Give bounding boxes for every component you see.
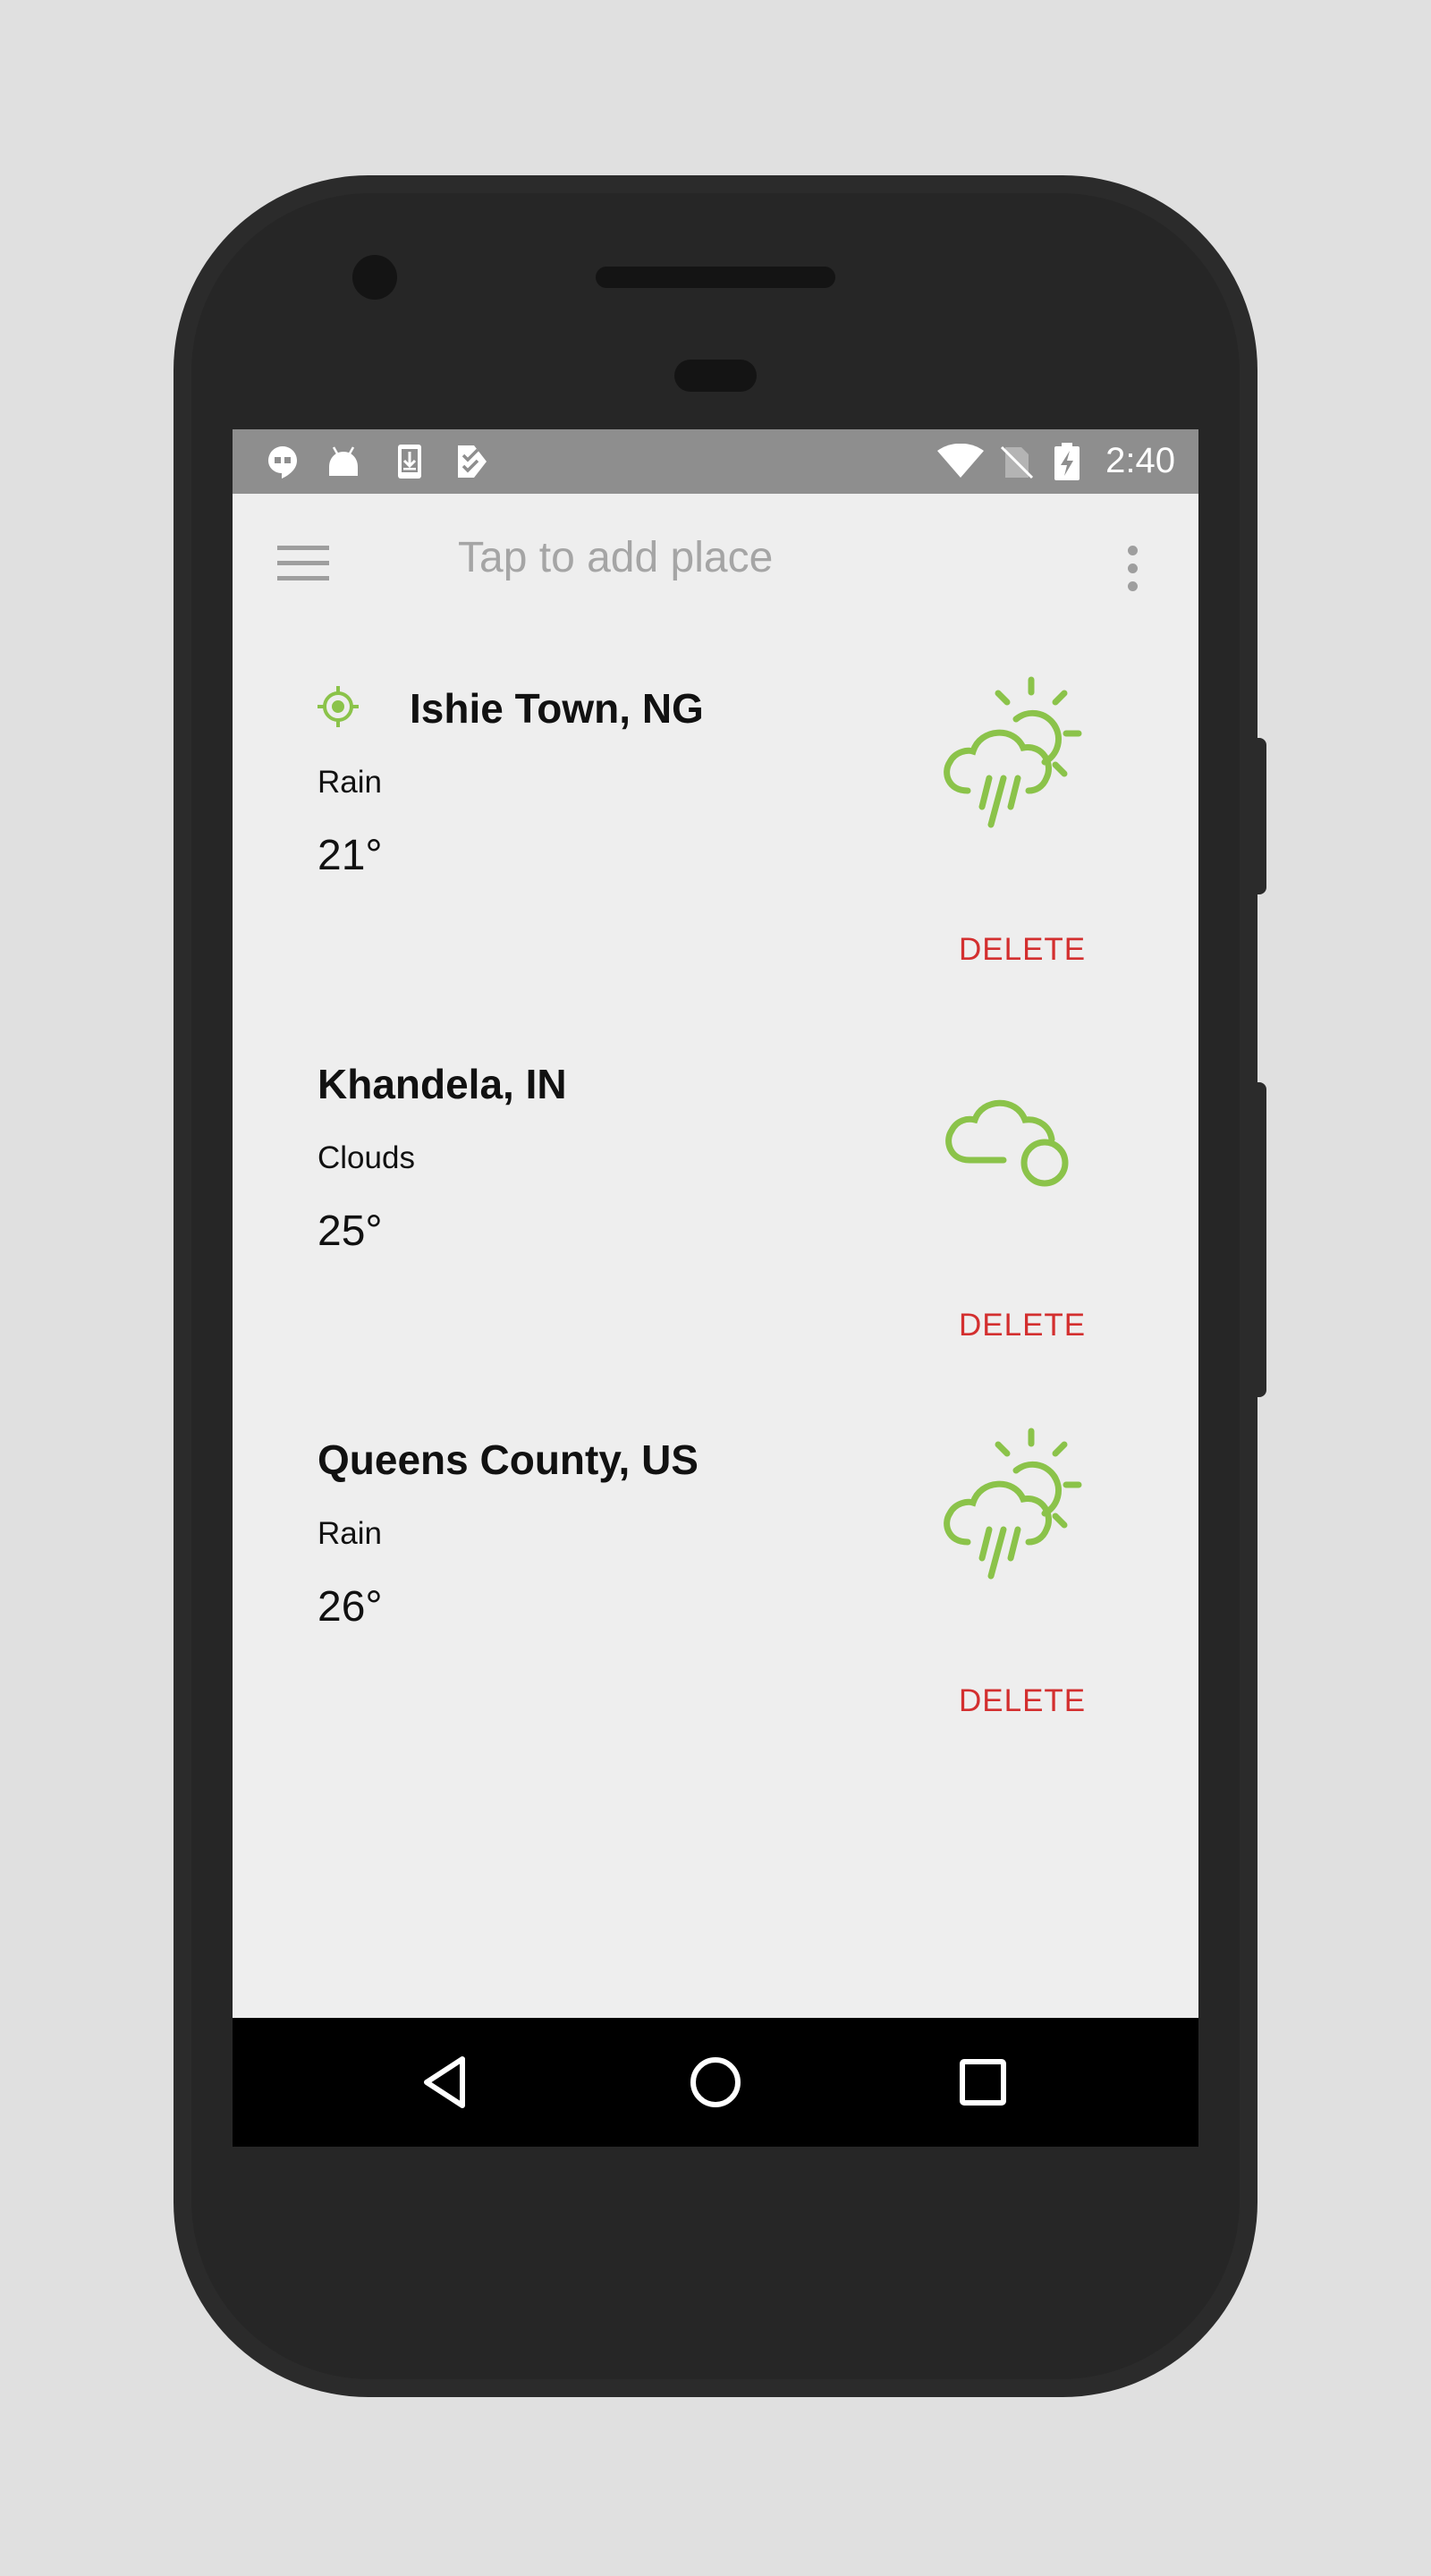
- delete-button[interactable]: DELETE: [959, 1308, 1086, 1343]
- android-icon: [329, 446, 358, 476]
- clouds-icon: [945, 1099, 1069, 1187]
- status-time: 2:40: [1105, 441, 1175, 480]
- recents-icon[interactable]: [951, 2050, 1015, 2114]
- place-card[interactable]: Khandela, IN Clouds 25° DELETE: [233, 1013, 1198, 1388]
- back-icon[interactable]: [416, 2050, 480, 2114]
- weather-description: Clouds: [318, 1140, 415, 1175]
- screen: 2:40 Tap to add place Ishie Town, NG Rai…: [233, 429, 1198, 2147]
- hamburger-menu-icon[interactable]: [277, 546, 331, 585]
- place-name: Ishie Town, NG: [410, 685, 704, 732]
- task-check-icon: [458, 445, 487, 478]
- temperature: 21°: [318, 832, 383, 879]
- proximity-sensor: [674, 360, 757, 392]
- volume-button: [1254, 1082, 1266, 1397]
- place-card[interactable]: Ishie Town, NG Rain 21° DELETE: [233, 637, 1198, 1013]
- add-place-search[interactable]: Tap to add place: [458, 533, 773, 582]
- home-icon[interactable]: [683, 2050, 748, 2114]
- download-icon: [398, 445, 421, 479]
- nav-bar: [233, 2018, 1198, 2147]
- my-location-icon: [318, 686, 359, 727]
- place-card[interactable]: Queens County, US Rain 26° DELETE: [233, 1388, 1198, 1764]
- delete-button[interactable]: DELETE: [959, 932, 1086, 968]
- power-button: [1254, 738, 1266, 894]
- no-sim-icon: [1000, 445, 1034, 479]
- rain-sun-cloud-icon: [944, 676, 1082, 828]
- hangouts-icon: [268, 446, 297, 479]
- app-bar: Tap to add place: [233, 494, 1198, 637]
- place-name: Khandela, IN: [318, 1061, 567, 1107]
- place-name: Queens County, US: [318, 1436, 699, 1483]
- rain-sun-cloud-icon: [944, 1428, 1082, 1580]
- more-vert-icon[interactable]: [1120, 546, 1147, 599]
- wifi-icon: [937, 444, 984, 478]
- stage: 2:40 Tap to add place Ishie Town, NG Rai…: [0, 0, 1431, 2576]
- weather-description: Rain: [318, 1516, 382, 1551]
- delete-button[interactable]: DELETE: [959, 1683, 1086, 1719]
- temperature: 26°: [318, 1583, 383, 1631]
- temperature: 25°: [318, 1208, 383, 1255]
- battery-charging-icon: [1054, 443, 1080, 480]
- earpiece-speaker: [596, 267, 835, 288]
- weather-description: Rain: [318, 765, 382, 800]
- status-bar: 2:40: [233, 429, 1198, 494]
- front-camera: [352, 255, 397, 300]
